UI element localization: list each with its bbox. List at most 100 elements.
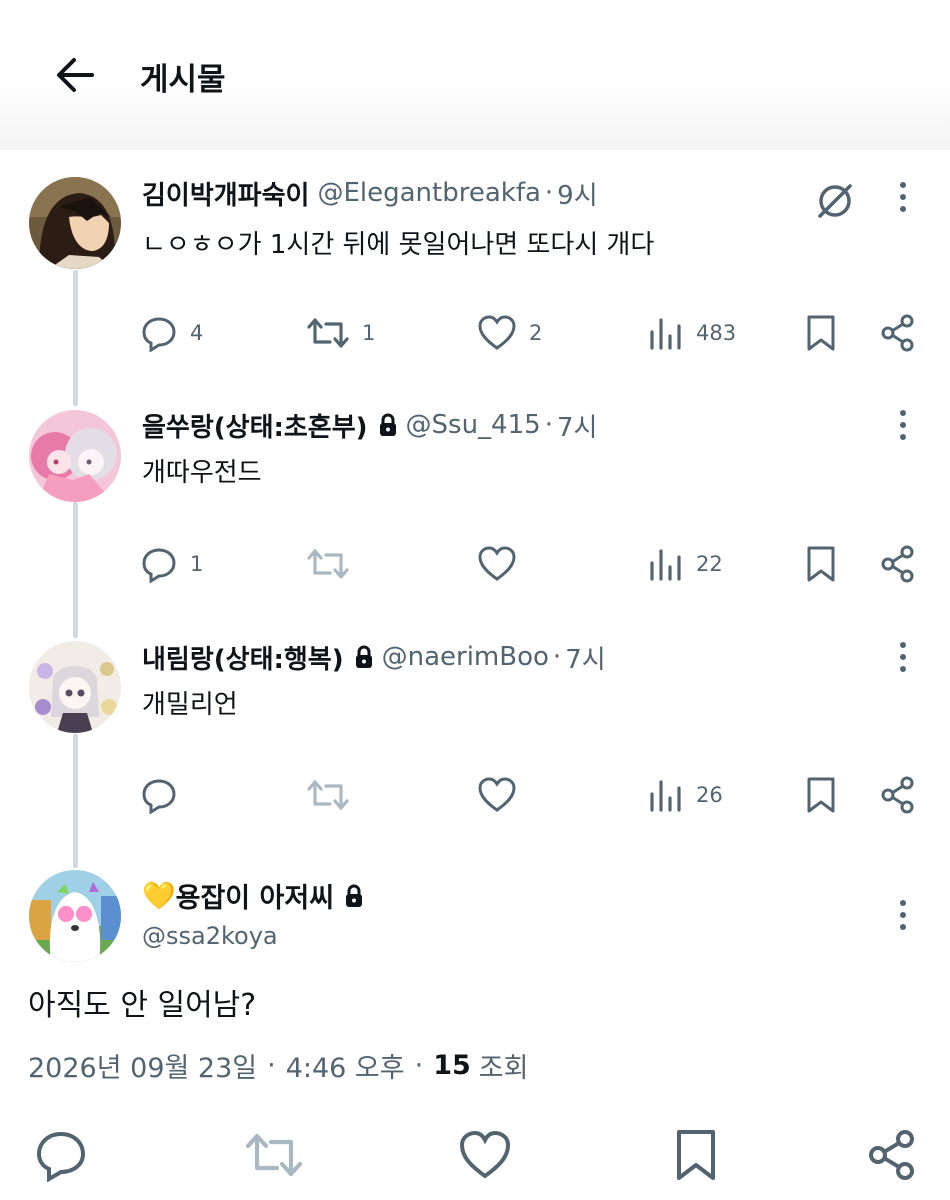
views-icon	[650, 318, 681, 350]
timestamp[interactable]: 7시	[557, 407, 597, 444]
reply-header: 김이박개파숙이 @Elegantbreakfa · 9시	[142, 174, 598, 212]
views-icon	[650, 780, 681, 812]
reply-text: 개밀리언	[142, 690, 238, 720]
reply-count: 1	[190, 552, 204, 576]
views-icon	[650, 549, 681, 581]
share-button[interactable]	[866, 1128, 920, 1182]
reply-icon	[142, 317, 176, 352]
like-count: 2	[529, 321, 543, 345]
share-button[interactable]	[880, 776, 916, 814]
reply-button[interactable]	[140, 776, 178, 814]
avatar[interactable]	[29, 410, 121, 502]
grok-icon[interactable]	[812, 178, 858, 224]
share-icon	[869, 1130, 914, 1180]
thread-line	[73, 734, 78, 868]
bookmark-icon	[677, 1130, 715, 1180]
views-count: 483	[696, 321, 737, 345]
avatar[interactable]	[29, 870, 121, 962]
share-icon	[881, 545, 914, 583]
lock-icon	[354, 645, 374, 669]
share-button[interactable]	[880, 545, 916, 583]
retweet-icon	[307, 780, 349, 810]
reply-button[interactable]	[34, 1128, 88, 1182]
share-icon	[881, 314, 914, 352]
more-icon[interactable]	[892, 638, 914, 678]
reply-icon	[36, 1131, 86, 1182]
retweet-count: 1	[362, 321, 376, 345]
display-name[interactable]: 내림랑(상태:행복)	[142, 639, 344, 676]
separator-dot: ·	[544, 178, 554, 208]
reply-header: 내림랑(상태:행복) @naerimBoo · 7시	[142, 638, 606, 676]
display-name[interactable]: 용잡이 아저씨	[176, 876, 334, 915]
views-count: 15	[433, 1050, 471, 1081]
main-tweet-author[interactable]: 💛 용잡이 아저씨	[142, 876, 372, 915]
retweet-icon	[307, 549, 349, 579]
reply-icon	[142, 779, 176, 814]
lock-icon	[344, 884, 364, 908]
bookmark-icon	[807, 315, 835, 351]
bookmark-icon	[807, 777, 835, 813]
like-button[interactable]	[458, 1128, 512, 1182]
more-icon[interactable]	[892, 896, 914, 936]
reply-button[interactable]: 1	[140, 545, 203, 583]
separator-dot: ·	[267, 1050, 276, 1081]
separator-dot: ·	[544, 410, 553, 440]
main-tweet-text: 아직도 안 일어남?	[28, 988, 257, 1023]
bookmark-button[interactable]	[672, 1128, 726, 1182]
views-button[interactable]: 26	[648, 776, 723, 814]
views-button[interactable]: 22	[648, 545, 723, 583]
reply-icon	[142, 548, 176, 583]
reply-header: 을쑤랑(상태:초혼부) @Ssu_415 · 7시	[142, 406, 597, 444]
like-icon	[478, 315, 516, 350]
lock-icon	[378, 413, 398, 437]
views-button[interactable]: 483	[648, 314, 736, 352]
avatar[interactable]	[29, 641, 121, 733]
views-count: 26	[696, 783, 723, 807]
handle[interactable]: @naerimBoo	[382, 642, 549, 672]
handle[interactable]: @ssa2koya	[142, 922, 278, 950]
reply-text: ㄴㅇㅎㅇ가 1시간 뒤에 못일어나면 또다시 개다	[142, 230, 655, 260]
like-icon	[478, 777, 516, 812]
like-button[interactable]	[477, 776, 517, 814]
separator-dot: ·	[414, 1050, 424, 1081]
avatar[interactable]	[29, 177, 121, 269]
thread-line	[73, 502, 78, 638]
bookmark-button[interactable]	[804, 314, 838, 352]
tweet-time[interactable]: 4:46 오후	[286, 1046, 405, 1085]
bookmark-button[interactable]	[804, 776, 838, 814]
page-title: 게시물	[140, 62, 226, 98]
retweet-button[interactable]	[306, 545, 350, 583]
retweet-icon	[307, 318, 349, 348]
heart-emoji-icon: 💛	[142, 880, 176, 912]
reply-count: 4	[190, 321, 204, 345]
like-icon	[459, 1130, 511, 1179]
views-label: 조회	[478, 1053, 529, 1084]
thread-line	[73, 270, 78, 406]
views-count: 22	[696, 552, 723, 576]
like-button[interactable]	[477, 545, 517, 583]
back-arrow-icon[interactable]	[52, 52, 98, 98]
retweet-button[interactable]	[244, 1128, 303, 1182]
bookmark-button[interactable]	[804, 545, 838, 583]
reply-button[interactable]: 4	[140, 314, 203, 352]
timestamp[interactable]: 7시	[565, 639, 605, 676]
retweet-button[interactable]: 1	[306, 314, 375, 352]
share-icon	[881, 776, 914, 814]
like-icon	[478, 546, 516, 581]
top-bar: 게시물	[0, 0, 950, 150]
timestamp[interactable]: 9시	[557, 175, 597, 212]
display-name[interactable]: 김이박개파숙이	[142, 175, 309, 212]
like-button[interactable]: 2	[477, 314, 542, 352]
share-button[interactable]	[880, 314, 916, 352]
more-icon[interactable]	[892, 178, 914, 218]
tweet-date[interactable]: 2026년 09월 23일	[28, 1046, 257, 1085]
retweet-icon	[245, 1133, 303, 1177]
retweet-button[interactable]	[306, 776, 350, 814]
separator-dot: ·	[552, 642, 562, 672]
display-name[interactable]: 을쑤랑(상태:초혼부)	[142, 407, 368, 444]
handle[interactable]: @Elegantbreakfa	[317, 178, 540, 208]
more-icon[interactable]	[892, 406, 914, 446]
reply-text: 개따우전드	[142, 458, 262, 488]
tweet-metadata: 2026년 09월 23일 · 4:46 오후 · 15 조회	[28, 1046, 528, 1085]
handle[interactable]: @Ssu_415	[406, 410, 541, 440]
